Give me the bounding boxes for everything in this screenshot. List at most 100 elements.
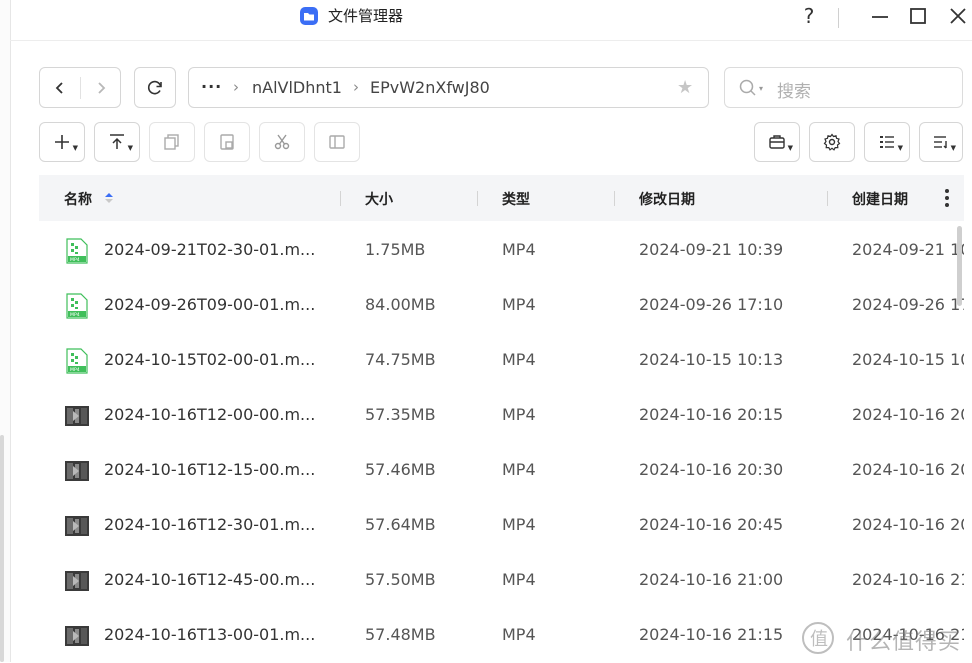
window-title: 文件管理器 bbox=[328, 7, 404, 25]
move-icon bbox=[329, 135, 345, 149]
dropdown-caret-icon: ▼ bbox=[787, 144, 793, 152]
path-bar[interactable]: ··· › nAlVlDhnt1 › EPvW2nXfwJ80 ★ bbox=[188, 67, 709, 108]
minimize-button[interactable] bbox=[865, 4, 895, 28]
gear-icon bbox=[823, 133, 841, 151]
search-icon bbox=[739, 79, 756, 96]
file-modified-date: 2024-10-16 20:30 bbox=[639, 460, 784, 479]
file-type: MP4 bbox=[502, 350, 536, 369]
path-segment-1[interactable]: nAlVlDhnt1 bbox=[252, 78, 342, 97]
svg-text:值: 值 bbox=[810, 629, 828, 650]
upload-button[interactable]: ▼ bbox=[94, 122, 140, 162]
table-scrollbar[interactable] bbox=[957, 226, 962, 306]
left-panel-scrollbar[interactable] bbox=[0, 435, 4, 662]
scissors-icon bbox=[274, 134, 290, 150]
cut-button[interactable] bbox=[259, 122, 305, 162]
file-type: MP4 bbox=[502, 295, 536, 314]
sort-button[interactable]: ▼ bbox=[919, 122, 963, 162]
sort-ascending-icon[interactable] bbox=[103, 192, 115, 204]
file-size: 57.35MB bbox=[365, 405, 436, 424]
file-type: MP4 bbox=[502, 240, 536, 259]
table-header: 名称 大小 类型 修改日期 创建日期 bbox=[39, 175, 964, 221]
list-view-icon bbox=[880, 136, 894, 148]
file-modified-date: 2024-09-21 10:39 bbox=[639, 240, 784, 259]
file-created-date: 2024-10-16 21:00 bbox=[852, 570, 964, 589]
maximize-icon bbox=[910, 8, 926, 24]
table-row[interactable]: 2024-10-16T12-45-00.m... 57.50MB MP4 2024-1… bbox=[39, 553, 964, 608]
file-name: 2024-10-16T12-15-00.m... bbox=[104, 460, 316, 479]
watermark-text: 什么值得买 bbox=[846, 630, 962, 655]
dropdown-caret-icon: ▼ bbox=[127, 144, 133, 152]
path-separator: › bbox=[233, 78, 239, 96]
table-row[interactable]: MP4 2024-10-15T02-00-01.m... 74.75MB MP4 202… bbox=[39, 333, 964, 388]
table-row[interactable]: 2024-10-16T12-30-01.m... 57.64MB MP4 2024-1… bbox=[39, 498, 964, 553]
title-divider bbox=[838, 8, 839, 28]
column-header-created[interactable]: 创建日期 bbox=[852, 189, 908, 209]
new-button[interactable]: ▼ bbox=[39, 122, 85, 162]
minimize-icon bbox=[872, 16, 888, 18]
file-type: MP4 bbox=[502, 625, 536, 644]
path-segment-2[interactable]: EPvW2nXfwJ80 bbox=[370, 78, 490, 97]
refresh-button[interactable] bbox=[134, 67, 176, 108]
help-button[interactable]: ? bbox=[794, 4, 824, 28]
close-icon bbox=[950, 8, 966, 24]
search-input[interactable]: ▾ 搜索 bbox=[724, 67, 963, 108]
column-divider[interactable] bbox=[477, 191, 478, 206]
dropdown-caret-icon: ▼ bbox=[72, 144, 78, 152]
chevron-left-icon bbox=[55, 81, 63, 94]
settings-button[interactable] bbox=[809, 122, 855, 162]
dropdown-caret-icon: ▼ bbox=[897, 144, 903, 152]
column-header-size[interactable]: 大小 bbox=[365, 189, 393, 209]
file-manager-app-icon bbox=[300, 7, 318, 25]
column-divider[interactable] bbox=[827, 191, 828, 206]
table-row[interactable]: 2024-10-16T12-15-00.m... 57.46MB MP4 2024-1… bbox=[39, 443, 964, 498]
task-button[interactable]: ▼ bbox=[754, 122, 800, 162]
file-created-date: 2024-10-16 20:30 bbox=[852, 460, 964, 479]
table-row[interactable]: 2024-10-16T12-00-00.m... 57.35MB MP4 2024-1… bbox=[39, 388, 964, 443]
file-type: MP4 bbox=[502, 405, 536, 424]
back-forward-group bbox=[39, 67, 121, 108]
upload-icon bbox=[110, 134, 124, 149]
table-row[interactable]: MP4 2024-09-26T09-00-01.m... 84.00MB MP4 202… bbox=[39, 278, 964, 333]
file-modified-date: 2024-10-16 20:15 bbox=[639, 405, 784, 424]
svg-text:MP4: MP4 bbox=[70, 312, 80, 318]
paste-button[interactable] bbox=[204, 122, 250, 162]
file-modified-date: 2024-10-16 21:00 bbox=[639, 570, 784, 589]
column-divider[interactable] bbox=[614, 191, 615, 206]
file-size: 84.00MB bbox=[365, 295, 436, 314]
file-size: 1.75MB bbox=[365, 240, 426, 259]
favorite-star-icon[interactable]: ★ bbox=[677, 77, 693, 98]
column-divider[interactable] bbox=[340, 191, 341, 206]
file-size: 57.50MB bbox=[365, 570, 436, 589]
close-button[interactable] bbox=[943, 4, 972, 28]
file-size: 57.46MB bbox=[365, 460, 436, 479]
move-button[interactable] bbox=[314, 122, 360, 162]
column-header-name[interactable]: 名称 bbox=[64, 189, 92, 209]
file-name: 2024-10-16T12-00-00.m... bbox=[104, 405, 316, 424]
path-more-button[interactable]: ··· bbox=[201, 77, 222, 96]
mp4-file-icon: MP4 bbox=[66, 238, 88, 264]
view-mode-button[interactable]: ▼ bbox=[864, 122, 910, 162]
mp4-file-icon: MP4 bbox=[66, 293, 88, 319]
file-size: 57.48MB bbox=[365, 625, 436, 644]
forward-button[interactable] bbox=[81, 68, 121, 107]
column-header-type[interactable]: 类型 bbox=[502, 189, 530, 209]
more-options-icon[interactable] bbox=[942, 187, 952, 209]
back-button[interactable] bbox=[40, 68, 80, 107]
video-thumbnail-icon bbox=[65, 406, 89, 426]
file-size: 74.75MB bbox=[365, 350, 436, 369]
search-options-caret-icon[interactable]: ▾ bbox=[759, 84, 763, 93]
video-thumbnail-icon bbox=[65, 461, 89, 481]
maximize-button[interactable] bbox=[903, 4, 933, 28]
file-type: MP4 bbox=[502, 460, 536, 479]
table-row[interactable]: MP4 2024-09-21T02-30-01.m... 1.75MB MP4 2024… bbox=[39, 223, 964, 278]
column-header-modified[interactable]: 修改日期 bbox=[639, 189, 695, 209]
copy-button[interactable] bbox=[149, 122, 195, 162]
file-name: 2024-10-16T12-45-00.m... bbox=[104, 570, 316, 589]
file-created-date: 2024-10-15 10:13 bbox=[852, 350, 964, 369]
dropdown-caret-icon: ▼ bbox=[950, 144, 956, 152]
paste-icon bbox=[220, 134, 234, 150]
file-name: 2024-09-26T09-00-01.m... bbox=[104, 295, 316, 314]
video-thumbnail-icon bbox=[65, 571, 89, 591]
file-type: MP4 bbox=[502, 515, 536, 534]
file-name: 2024-10-16T13-00-01.m... bbox=[104, 625, 316, 644]
